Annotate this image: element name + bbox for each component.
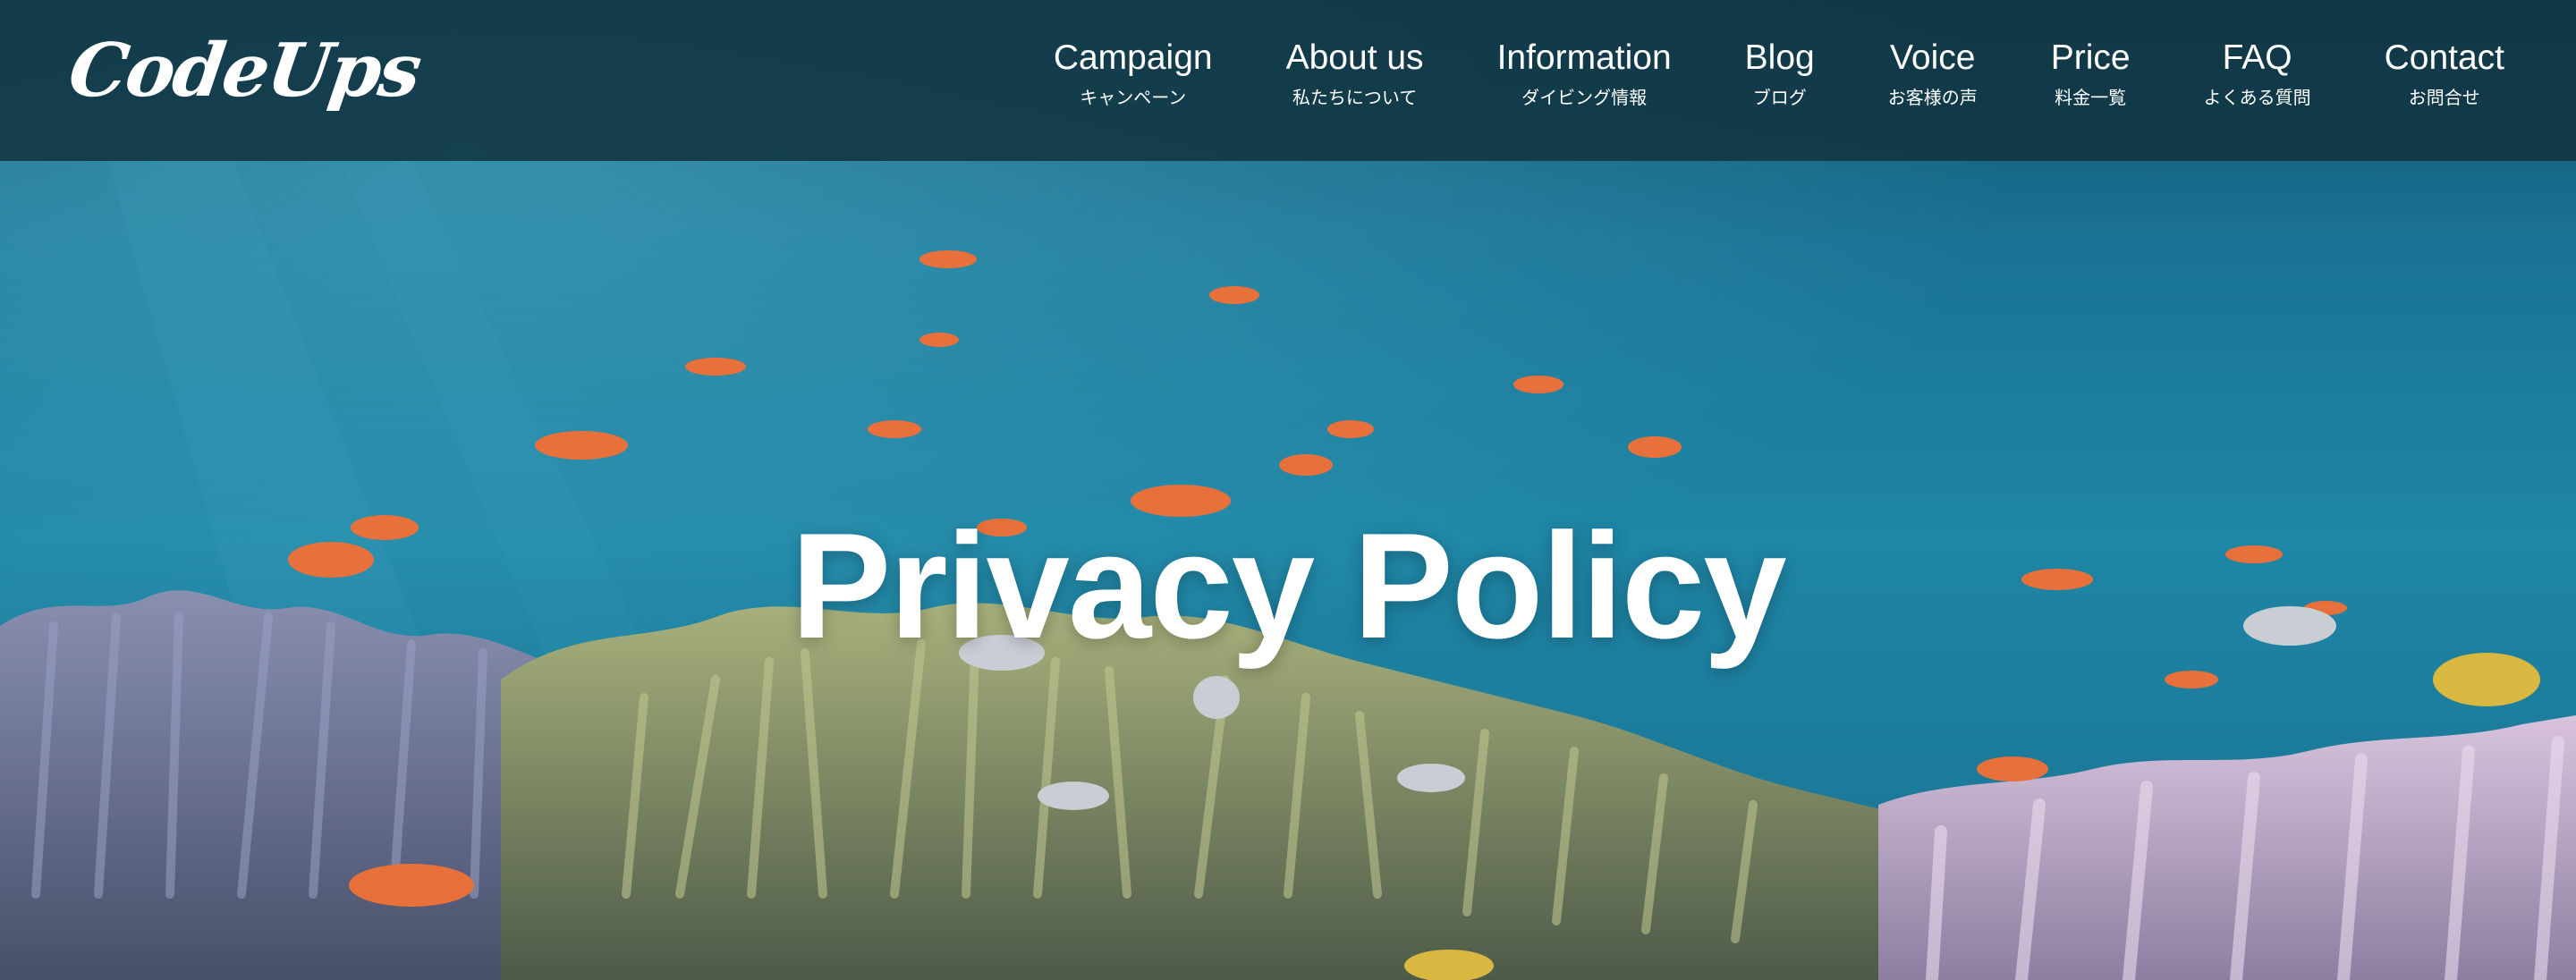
nav-item-price[interactable]: Price 料金一覧	[2051, 36, 2131, 125]
nav-item-about-us[interactable]: About us 私たちについて	[1286, 36, 1424, 125]
main-nav: Campaign キャンペーン About us 私たちについて Informa…	[1054, 36, 2504, 125]
nav-item-information[interactable]: Information ダイビング情報	[1497, 36, 1672, 125]
nav-item-voice[interactable]: Voice お客様の声	[1888, 36, 1978, 125]
nav-label-ja: ブログ	[1752, 87, 1807, 108]
nav-item-blog[interactable]: Blog ブログ	[1745, 36, 1815, 125]
nav-item-contact[interactable]: Contact お問合せ	[2385, 36, 2504, 125]
nav-label-ja: よくある質問	[2203, 87, 2311, 108]
nav-item-faq[interactable]: FAQ よくある質問	[2204, 36, 2311, 125]
page: CodeUps Campaign キャンペーン About us 私たちについて…	[0, 0, 2576, 980]
nav-label-ja: お問合せ	[2408, 87, 2480, 108]
nav-label-en: Voice	[1890, 38, 1976, 77]
nav-item-campaign[interactable]: Campaign キャンペーン	[1054, 36, 1213, 125]
site-header: CodeUps Campaign キャンペーン About us 私たちについて…	[0, 0, 2576, 161]
page-title: Privacy Policy	[791, 502, 1786, 670]
nav-label-ja: キャンペーン	[1080, 87, 1187, 108]
nav-label-en: Campaign	[1053, 38, 1213, 77]
nav-label-ja: お客様の声	[1887, 87, 1978, 108]
nav-label-en: About us	[1285, 38, 1424, 77]
nav-label-en: Blog	[1744, 38, 1815, 77]
nav-label-en: Contact	[2384, 38, 2504, 77]
site-logo[interactable]: CodeUps	[64, 27, 425, 114]
nav-label-en: Price	[2050, 38, 2131, 77]
nav-label-en: FAQ	[2222, 38, 2292, 77]
nav-label-ja: 料金一覧	[2055, 87, 2127, 108]
nav-label-ja: 私たちについて	[1292, 87, 1418, 108]
nav-label-ja: ダイビング情報	[1521, 87, 1648, 108]
nav-label-en: Information	[1496, 38, 1672, 77]
